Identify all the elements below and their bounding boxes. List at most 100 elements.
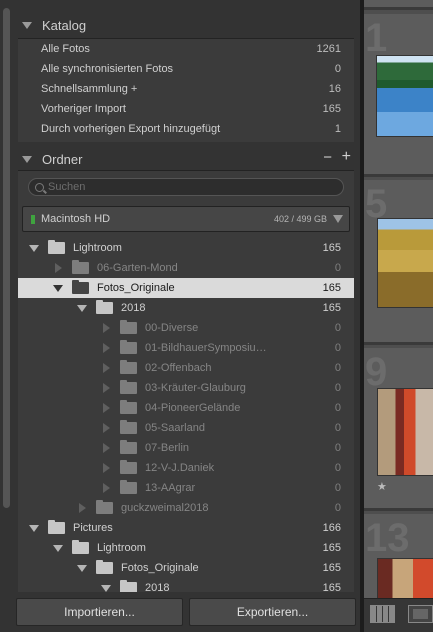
katalog-item-previous-import[interactable]: Vorheriger Import 165 [18, 99, 354, 119]
add-folder-icon[interactable]: + [342, 148, 351, 166]
folder-row[interactable]: 06-Garten-Mond 0 [18, 258, 354, 278]
katalog-item-quick-collection[interactable]: Schnellsammlung + 16 [18, 79, 354, 99]
disclosure-expanded-icon[interactable] [52, 282, 64, 294]
folder-row[interactable]: Lightroom 165 [18, 238, 354, 258]
folder-row[interactable]: Lightroom 165 [18, 538, 354, 558]
folder-row[interactable]: Fotos_Originale 165 [18, 558, 354, 578]
folder-name: 2018 [121, 302, 146, 314]
folder-row[interactable]: 02-Offenbach 0 [18, 358, 354, 378]
folder-count: 0 [334, 482, 341, 494]
katalog-item-count: 1 [334, 123, 341, 135]
katalog-title: Katalog [42, 17, 87, 33]
folder-icon [72, 280, 89, 294]
folder-name: 07-Berlin [145, 442, 190, 454]
folder-row[interactable]: 04-PioneerGelände 0 [18, 398, 354, 418]
grid-cell-number: 1 [365, 16, 388, 60]
disclosure-collapsed-icon[interactable] [100, 322, 112, 334]
import-button[interactable]: Importieren... [16, 598, 183, 626]
grid-cell[interactable]: 5 [364, 180, 433, 345]
folder-count: 165 [322, 242, 341, 254]
left-panel: Katalog Alle Fotos 1261 Alle synchronisi… [0, 0, 360, 632]
folder-row[interactable]: 07-Berlin 0 [18, 438, 354, 458]
disclosure-collapsed-icon[interactable] [100, 462, 112, 474]
folder-count: 0 [334, 362, 341, 374]
folder-row[interactable]: 05-Saarland 0 [18, 418, 354, 438]
folder-row[interactable]: Pictures 166 [18, 518, 354, 538]
thumbnail-image[interactable] [376, 55, 433, 137]
folder-icon [120, 460, 137, 474]
folder-row[interactable]: Fotos_Originale 165 [18, 278, 354, 298]
katalog-item-synced-photos[interactable]: Alle synchronisierten Fotos 0 [18, 59, 354, 79]
disclosure-collapsed-icon[interactable] [76, 502, 88, 514]
folder-row[interactable]: 12-V-J.Daniek 0 [18, 458, 354, 478]
disclosure-expanded-icon[interactable] [76, 302, 88, 314]
folder-row[interactable]: 13-AAgrar 0 [18, 478, 354, 498]
katalog-item-all-photos[interactable]: Alle Fotos 1261 [18, 39, 354, 59]
thumbnail-image[interactable] [377, 388, 433, 476]
rating-star-icon[interactable]: ★ [377, 480, 387, 493]
folder-row[interactable]: 2018 165 [18, 298, 354, 318]
katalog-item-previous-export[interactable]: Durch vorherigen Export hinzugefügt 1 [18, 119, 354, 139]
folder-row[interactable]: 00-Diverse 0 [18, 318, 354, 338]
grid-cell[interactable]: 1 [364, 14, 433, 177]
export-button[interactable]: Exportieren... [189, 598, 356, 626]
folder-name: 01-BildhauerSymposiu… [145, 342, 267, 354]
folder-icon [120, 340, 137, 354]
search-icon [35, 182, 44, 192]
folder-name: guckzweimal2018 [121, 502, 209, 514]
grid-cell-number: 13 [365, 516, 410, 560]
volume-menu-triangle-icon[interactable] [333, 215, 343, 223]
folder-icon [120, 380, 137, 394]
folder-icon [120, 580, 137, 592]
folder-count: 0 [334, 402, 341, 414]
disclosure-collapsed-icon[interactable] [100, 342, 112, 354]
folder-count: 0 [334, 382, 341, 394]
disclosure-collapsed-icon[interactable] [100, 422, 112, 434]
thumbnail-image[interactable] [377, 218, 433, 308]
folder-name: 04-PioneerGelände [145, 402, 241, 414]
disclosure-expanded-icon[interactable] [52, 542, 64, 554]
folder-count: 0 [334, 322, 341, 334]
search-placeholder: Suchen [48, 181, 86, 193]
grid-cell-top-partial[interactable] [364, 0, 433, 10]
folder-search-input[interactable]: Suchen [28, 178, 344, 196]
disclosure-collapsed-icon[interactable] [100, 382, 112, 394]
disclosure-collapsed-icon[interactable] [52, 262, 64, 274]
disclosure-expanded-icon[interactable] [28, 242, 40, 254]
folder-row[interactable]: guckzweimal2018 0 [18, 498, 354, 518]
disclosure-expanded-icon[interactable] [28, 522, 40, 534]
folder-row[interactable]: 01-BildhauerSymposiu… 0 [18, 338, 354, 358]
ordner-title: Ordner [42, 151, 83, 167]
disclosure-collapsed-icon[interactable] [100, 362, 112, 374]
folder-name: 13-AAgrar [145, 482, 196, 494]
folder-name: 12-V-J.Daniek [145, 462, 215, 474]
folder-count: 166 [322, 522, 341, 534]
collapse-triangle-icon[interactable] [22, 155, 32, 163]
remove-folder-icon[interactable]: − [323, 149, 332, 166]
left-panel-scrollbar[interactable] [3, 8, 10, 508]
katalog-list: Alle Fotos 1261 Alle synchronisierten Fo… [18, 38, 354, 142]
folder-count: 165 [322, 542, 341, 554]
folder-count: 0 [334, 422, 341, 434]
grid-view-icon[interactable] [370, 605, 395, 623]
ordner-header[interactable]: Ordner − + [16, 148, 354, 170]
folder-name: 03-Kräuter-Glauburg [145, 382, 246, 394]
disclosure-collapsed-icon[interactable] [100, 402, 112, 414]
disclosure-collapsed-icon[interactable] [100, 442, 112, 454]
folder-row[interactable]: 03-Kräuter-Glauburg 0 [18, 378, 354, 398]
disclosure-collapsed-icon[interactable] [100, 482, 112, 494]
volume-header[interactable]: Macintosh HD 402 / 499 GB [22, 206, 350, 232]
folder-icon [120, 420, 137, 434]
disclosure-expanded-icon[interactable] [100, 582, 112, 592]
folder-icon [120, 480, 137, 494]
katalog-header[interactable]: Katalog [16, 14, 354, 36]
katalog-item-count: 0 [334, 63, 341, 75]
katalog-item-label: Vorheriger Import [41, 103, 126, 115]
grid-cell[interactable]: 9 ★ [364, 348, 433, 511]
loupe-view-icon[interactable] [408, 605, 433, 623]
folder-count: 0 [334, 262, 341, 274]
folder-icon [48, 240, 65, 254]
disclosure-expanded-icon[interactable] [76, 562, 88, 574]
collapse-triangle-icon[interactable] [22, 21, 32, 29]
folder-row[interactable]: 2018 165 [18, 578, 354, 592]
